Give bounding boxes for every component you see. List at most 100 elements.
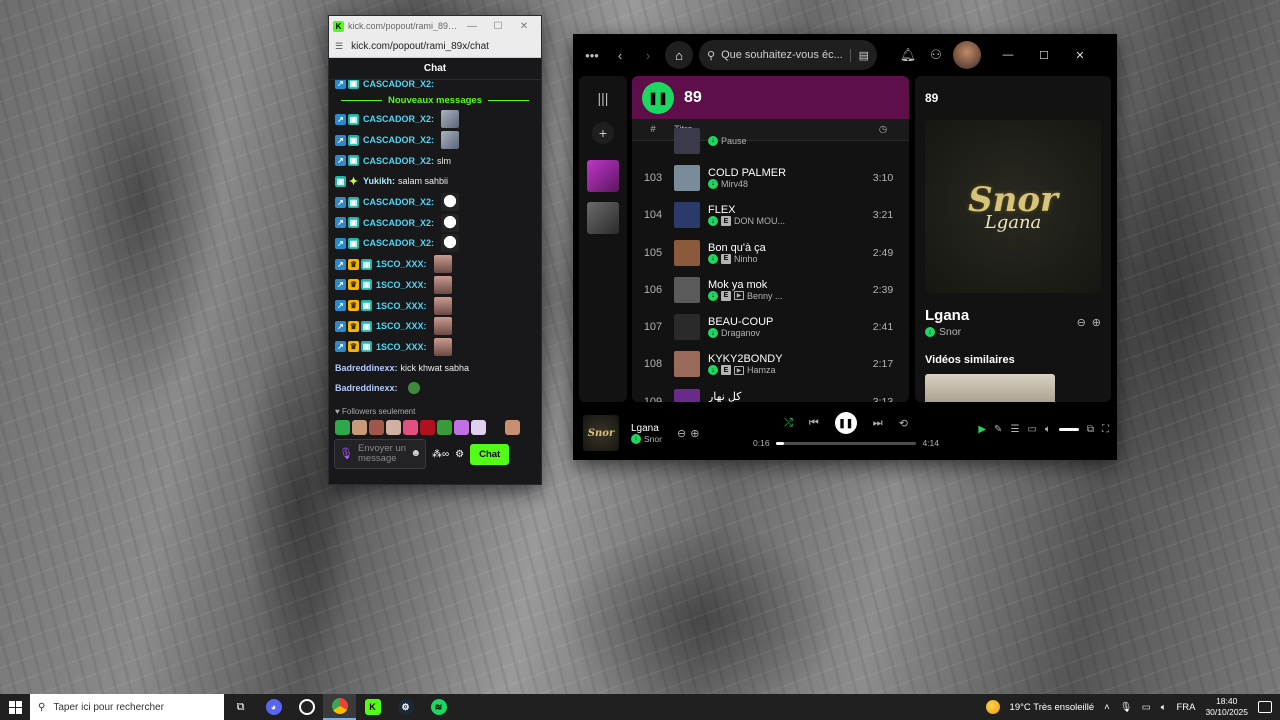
player-track-title[interactable]: Lgana [631, 423, 673, 434]
play-pause-button[interactable]: ❚❚ [834, 412, 857, 434]
taskbar-search[interactable]: ⚲ Taper ici pour rechercher [30, 694, 224, 720]
track-artist[interactable]: Ninho [734, 254, 758, 264]
chat-message-list[interactable]: ↗ ▣ CASCADOR_X2: Nouveaux messages ↗ ▣ CAS… [329, 80, 541, 405]
chat-username[interactable]: Badreddinexx: [335, 383, 398, 393]
weather-icon[interactable] [985, 700, 1000, 714]
weather-text[interactable]: 19°C Très ensoleillé [1010, 702, 1095, 713]
emote-button[interactable] [454, 419, 469, 435]
library-item-thumbnail[interactable] [587, 160, 619, 192]
progress-bar[interactable] [775, 441, 917, 445]
chat-username[interactable]: CASCADOR_X2: [363, 114, 434, 124]
similar-video-thumbnail[interactable] [925, 374, 1055, 402]
library-icon[interactable]: ||| [579, 90, 627, 106]
language-indicator[interactable]: FRA [1176, 702, 1195, 713]
emote-button[interactable] [386, 419, 401, 435]
spotify-window[interactable]: ••• ‹ › ⌂ ⚲ Que souhaitez-vous éc... ▤ 🔔… [573, 34, 1117, 460]
chat-username[interactable]: CASCADOR_X2: [363, 218, 434, 228]
chat-username[interactable]: 1SCO_XXX: [376, 342, 427, 352]
taskbar-app-steam[interactable]: ⚙ [389, 694, 422, 720]
player-cover-art[interactable]: Snor [583, 415, 619, 451]
track-title[interactable]: Bon qu'à ça [708, 242, 857, 254]
track-artist[interactable]: Mirv48 [721, 179, 748, 189]
start-button[interactable] [0, 694, 30, 720]
track-title[interactable]: COLD PALMER [708, 167, 857, 179]
task-view-icon[interactable]: ⧉ [224, 694, 257, 720]
track-artist[interactable]: DON MOU... [734, 216, 785, 226]
maximize-icon[interactable]: ☐ [1029, 49, 1059, 62]
track-title[interactable]: FLEX [708, 204, 857, 216]
volume-icon[interactable]: 🔈︎ [1045, 424, 1051, 435]
emote-quick-bar[interactable] [329, 418, 541, 436]
emote-button[interactable] [505, 419, 520, 435]
fullscreen-icon[interactable]: ⛶ [1102, 424, 1109, 435]
browse-icon[interactable]: ▤ [849, 48, 869, 62]
taskbar-app-spotify[interactable]: ≋ [422, 694, 455, 720]
next-track-icon[interactable]: ⏭ [873, 417, 883, 430]
kick-title-bar[interactable]: K kick.com/popout/rami_89x/... — ☐ ✕ [329, 16, 541, 36]
chat-message-input[interactable]: 🎙 Envoyer un message ☻ [334, 439, 426, 469]
kick-url-bar[interactable]: ☰ kick.com/popout/rami_89x/chat [329, 36, 541, 58]
chat-username[interactable]: CASCADOR_X2: [363, 135, 434, 145]
track-row[interactable]: 107 BEAU-COUP ↓ Draganov 2:41 [632, 308, 909, 345]
now-playing-artist[interactable]: Snor [939, 326, 961, 338]
track-title[interactable]: كل نهار [708, 390, 857, 402]
emote-button[interactable] [437, 419, 452, 435]
emote-button[interactable] [352, 419, 367, 435]
library-item-thumbnail[interactable] [587, 202, 619, 234]
chat-username[interactable]: CASCADOR_X2: [363, 238, 434, 248]
lyrics-icon[interactable]: ✎ [994, 424, 1002, 435]
add-icon[interactable]: ⊕ [1092, 316, 1101, 329]
close-icon[interactable]: ✕ [1065, 49, 1095, 62]
chat-username[interactable]: Badreddinexx: [335, 363, 398, 373]
taskbar-app-discord[interactable]: ◕ [257, 694, 290, 720]
remove-icon[interactable]: ⊖ [1077, 316, 1086, 329]
speaker-icon[interactable]: 🔈︎ [1161, 702, 1167, 713]
track-row[interactable]: 108 KYKY2BONDY ↓ E ▶ Hamza 2:17 [632, 346, 909, 383]
minimize-icon[interactable]: — [993, 49, 1023, 61]
volume-slider[interactable] [1058, 428, 1079, 431]
track-row[interactable]: 103 COLD PALMER ↓ Mirv48 3:10 [632, 159, 909, 196]
notifications-icon[interactable] [1258, 701, 1272, 713]
site-settings-icon[interactable]: ☰ [335, 41, 343, 52]
network-icon[interactable]: ▭ [1142, 702, 1151, 713]
settings-gear-icon[interactable]: ⚙ [455, 449, 464, 460]
spotify-search-bar[interactable]: ⚲ Que souhaitez-vous éc... ▤ [699, 40, 877, 70]
now-playing-title[interactable]: Lgana [925, 307, 1071, 324]
chat-username[interactable]: Yukikh: [363, 176, 395, 186]
chat-username[interactable]: 1SCO_XXX: [376, 301, 427, 311]
send-chat-button[interactable]: Chat [470, 443, 510, 465]
track-artist[interactable]: Benny ... [747, 291, 783, 301]
now-playing-view-icon[interactable]: ▶ [978, 424, 986, 435]
taskbar-app-chrome[interactable] [323, 694, 356, 720]
tray-overflow-icon[interactable]: ˄ [1104, 702, 1110, 713]
track-title[interactable]: BEAU-COUP [708, 316, 857, 328]
kick-chat-window[interactable]: K kick.com/popout/rami_89x/... — ☐ ✕ ☰ k… [328, 15, 542, 485]
friend-activity-icon[interactable]: ⚇ [925, 47, 947, 63]
more-options-icon[interactable]: ••• [581, 48, 603, 63]
track-row[interactable]: 105 Bon qu'à ça ↓ E Ninho 2:49 [632, 234, 909, 271]
track-artist[interactable]: Hamza [747, 365, 776, 375]
back-arrow-icon[interactable]: ‹ [609, 48, 631, 63]
create-playlist-icon[interactable]: + [592, 122, 614, 144]
user-avatar[interactable] [953, 41, 981, 69]
connect-device-icon[interactable]: ▭ [1027, 424, 1036, 435]
taskbar-app-kick[interactable]: K [356, 694, 389, 720]
shuffle-icon[interactable]: ⤮ [784, 417, 793, 430]
track-title[interactable]: Mok ya mok [708, 279, 857, 291]
track-artist[interactable]: Draganov [721, 328, 760, 338]
emote-button[interactable] [471, 419, 486, 435]
track-artist[interactable]: Pause [721, 136, 747, 146]
miniplayer-icon[interactable]: ⧉ [1087, 424, 1094, 435]
track-title[interactable]: KYKY2BONDY [708, 353, 857, 365]
microphone-icon[interactable]: 🎙 [339, 449, 353, 460]
emote-button[interactable] [488, 420, 503, 435]
chat-username[interactable]: 1SCO_XXX: [376, 259, 427, 269]
repeat-icon[interactable]: ⟲ [899, 417, 908, 430]
close-icon[interactable]: ✕ [511, 21, 537, 32]
previous-track-icon[interactable]: ⏮ [809, 417, 819, 430]
points-icon[interactable]: ⁂∞ [432, 449, 449, 460]
emote-button[interactable] [403, 419, 418, 435]
track-list[interactable]: ↓ Pause 103 COLD PALMER ↓ Mirv48 3:10 104 FLEX ↓ E… [632, 122, 909, 402]
chat-username[interactable]: 1SCO_XXX: [376, 280, 427, 290]
maximize-icon[interactable]: ☐ [485, 21, 511, 32]
